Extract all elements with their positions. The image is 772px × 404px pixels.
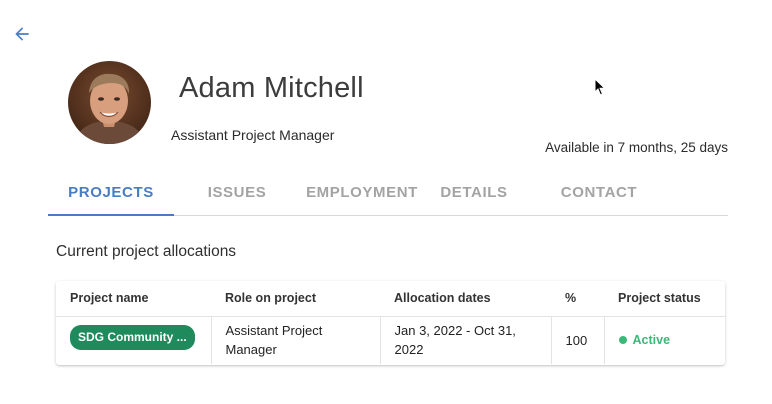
cell-percent: 100: [550, 316, 604, 364]
tab-projects[interactable]: PROJECTS: [48, 170, 174, 216]
status-dot-icon: [618, 336, 627, 345]
tab-details[interactable]: DETAILS: [424, 170, 524, 215]
column-header-percent[interactable]: %: [551, 281, 604, 317]
employee-role: Assistant Project Manager: [171, 127, 335, 143]
profile-tabs: PROJECTS ISSUES EMPLOYMENT DETAILS CONTA…: [48, 170, 728, 216]
tab-contact[interactable]: CONTACT: [524, 170, 674, 215]
status-badge: Active: [618, 331, 712, 350]
section-title: Current project allocations: [56, 243, 237, 260]
mouse-cursor-icon: [594, 78, 606, 96]
employee-profile-page: Adam Mitchell Assistant Project Manager …: [0, 0, 772, 404]
column-header-project[interactable]: Project name: [56, 281, 211, 317]
availability-status: Available in 7 months, 25 days: [545, 140, 728, 155]
employee-name: Adam Mitchell: [179, 72, 364, 104]
tab-issues[interactable]: ISSUES: [174, 170, 300, 215]
cell-project: SDG Community ...: [56, 316, 211, 364]
project-chip[interactable]: SDG Community ...: [70, 325, 195, 351]
table-header-row: Project name Role on project Allocation …: [56, 281, 725, 317]
arrow-left-icon: [15, 27, 29, 41]
column-header-status[interactable]: Project status: [604, 281, 725, 317]
cell-role: Assistant Project Manager: [210, 316, 380, 364]
column-header-role[interactable]: Role on project: [211, 281, 380, 317]
cell-dates: Jan 3, 2022 - Oct 31, 2022: [379, 316, 551, 364]
column-header-dates[interactable]: Allocation dates: [380, 281, 551, 317]
back-button[interactable]: [10, 22, 34, 46]
table-row[interactable]: SDG Community ... Assistant Project Mana…: [56, 316, 725, 364]
cell-status: Active: [603, 316, 725, 364]
status-label: Active: [632, 332, 671, 347]
allocations-table: Project name Role on project Allocation …: [56, 281, 725, 365]
avatar: [68, 61, 151, 144]
tab-employment[interactable]: EMPLOYMENT: [300, 170, 424, 215]
